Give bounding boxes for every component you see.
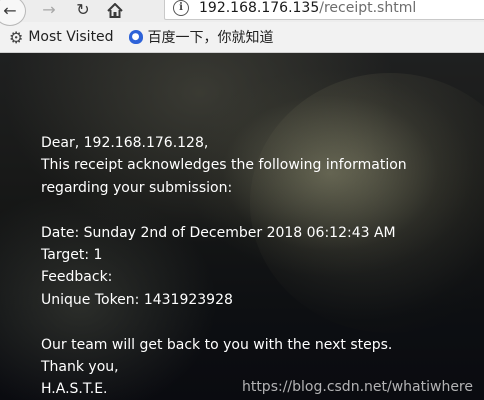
- bookmarks-bar: ⚙ Most Visited ● 百度一下，你就知道: [0, 24, 484, 50]
- reload-icon: ↻: [76, 0, 90, 19]
- bookmark-baidu[interactable]: ● 百度一下，你就知道: [128, 27, 274, 47]
- token-line: Unique Token: 1431923928: [41, 291, 233, 308]
- arrow-left-icon: ←: [3, 1, 17, 20]
- forward-button[interactable]: →: [38, 0, 60, 20]
- arrow-right-icon: →: [42, 0, 56, 19]
- date-line: Date: Sunday 2nd of December 2018 06:12:…: [41, 224, 396, 241]
- watermark: https://blog.csdn.net/whatiwhere: [241, 379, 473, 395]
- intro-line: regarding your submission:: [41, 179, 233, 196]
- back-button[interactable]: ←: [0, 0, 26, 26]
- info-icon[interactable]: i: [173, 0, 189, 16]
- feedback-line: Feedback:: [41, 269, 113, 286]
- target-line: Target: 1: [41, 247, 103, 264]
- url-host: 192.168.176.135: [199, 0, 320, 16]
- thanks-line: Thank you,: [41, 359, 119, 376]
- browser-toolbar: ← → ↻ i 192.168.176.135/receipt.shtml ⚙ …: [0, 0, 484, 53]
- bookmark-most-visited[interactable]: ⚙ Most Visited: [9, 28, 114, 47]
- url-text: 192.168.176.135/receipt.shtml: [199, 0, 416, 16]
- followup-line: Our team will get back to you with the n…: [41, 336, 393, 353]
- greeting-line: Dear, 192.168.176.128,: [41, 135, 209, 151]
- receipt-text: Dear, 192.168.176.128, This receipt ackn…: [41, 132, 407, 400]
- url-bar[interactable]: i 192.168.176.135/receipt.shtml: [164, 0, 484, 20]
- reload-button[interactable]: ↻: [72, 0, 94, 20]
- home-button[interactable]: [104, 0, 126, 20]
- page-content: Dear, 192.168.176.128, This receipt ackn…: [0, 53, 484, 400]
- navigation-bar: ← → ↻ i 192.168.176.135/receipt.shtml: [0, 0, 484, 26]
- url-path: /receipt.shtml: [319, 0, 417, 16]
- gear-icon: ⚙: [9, 27, 24, 47]
- intro-line: This receipt acknowledges the following …: [41, 157, 407, 174]
- bookmark-label: 百度一下，你就知道: [147, 30, 274, 46]
- baidu-paw-icon: ●: [128, 30, 143, 44]
- bookmark-label: Most Visited: [28, 29, 114, 45]
- home-icon: [107, 2, 123, 18]
